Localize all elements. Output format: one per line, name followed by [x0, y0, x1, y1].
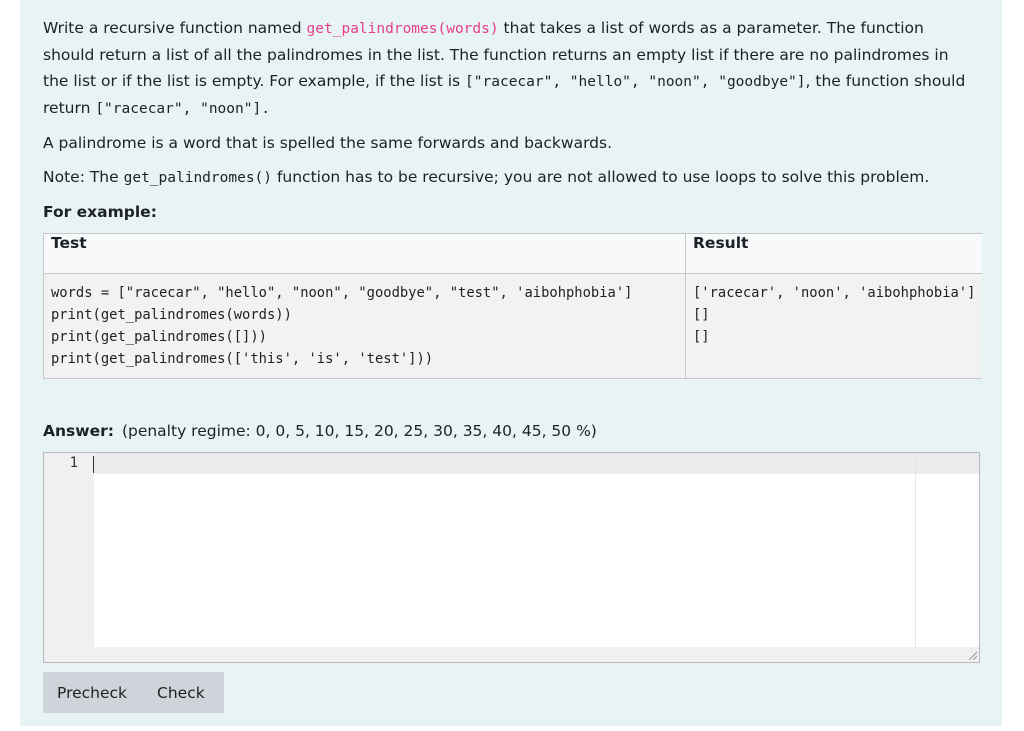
- note-function-name: get_palindromes(): [123, 170, 273, 186]
- check-button[interactable]: Check: [157, 684, 205, 702]
- note-text-1: Note: The: [43, 168, 124, 186]
- for-example-heading: For example:: [43, 203, 157, 221]
- button-bar: Precheck Check: [43, 672, 224, 713]
- result-cell: ['racecar', 'noon', 'aibohphobia'] [] []: [685, 273, 982, 379]
- precheck-button[interactable]: Precheck: [57, 684, 127, 702]
- answer-heading: Answer: (penalty regime: 0, 0, 5, 10, 15,…: [43, 418, 597, 444]
- note-text-2: function has to be recursive; you are no…: [272, 168, 930, 186]
- editor-bottom-strip: [44, 647, 979, 662]
- text-cursor: [93, 456, 94, 473]
- recursion-note: Note: The get_palindromes() function has…: [43, 164, 929, 191]
- result-line: []: [693, 329, 710, 345]
- test-line: print(get_palindromes([])): [51, 329, 267, 345]
- editor-gutter: 1: [44, 453, 94, 662]
- result-line: []: [693, 307, 710, 323]
- print-margin: [915, 453, 916, 662]
- question-text: Write a recursive function named get_pal…: [43, 15, 978, 122]
- answer-label: Answer:: [43, 422, 114, 440]
- table-row: words = ["racecar", "hello", "noon", "go…: [43, 273, 982, 379]
- header-test: Test: [43, 233, 686, 274]
- question-panel: Write a recursive function named get_pal…: [20, 0, 1002, 726]
- test-line: print(get_palindromes(words)): [51, 307, 292, 323]
- test-line: words = ["racecar", "hello", "noon", "go…: [51, 285, 633, 301]
- active-line-highlight: [94, 453, 979, 474]
- test-cell: words = ["racecar", "hello", "noon", "go…: [43, 273, 686, 379]
- examples-table: Test Result words = ["racecar", "hello",…: [43, 233, 982, 379]
- result-line: ['racecar', 'noon', 'aibohphobia']: [693, 285, 976, 301]
- table-header-row: Test Result: [43, 233, 982, 274]
- palindrome-definition: A palindrome is a word that is spelled t…: [43, 134, 613, 152]
- header-result: Result: [685, 233, 982, 274]
- resize-handle-icon[interactable]: [968, 651, 978, 661]
- code-editor[interactable]: 1: [43, 452, 980, 663]
- test-line: print(get_palindromes(['this', 'is', 'te…: [51, 351, 434, 367]
- example-list: ["racecar", "hello", "noon", "goodbye"]: [465, 74, 806, 90]
- intro-text-1: Write a recursive function named: [43, 19, 307, 37]
- example-result: ["racecar", "noon"].: [95, 101, 270, 117]
- line-number: 1: [69, 455, 78, 471]
- penalty-regime: (penalty regime: 0, 0, 5, 10, 15, 20, 25…: [121, 422, 597, 440]
- function-signature: get_palindromes(words): [306, 21, 499, 37]
